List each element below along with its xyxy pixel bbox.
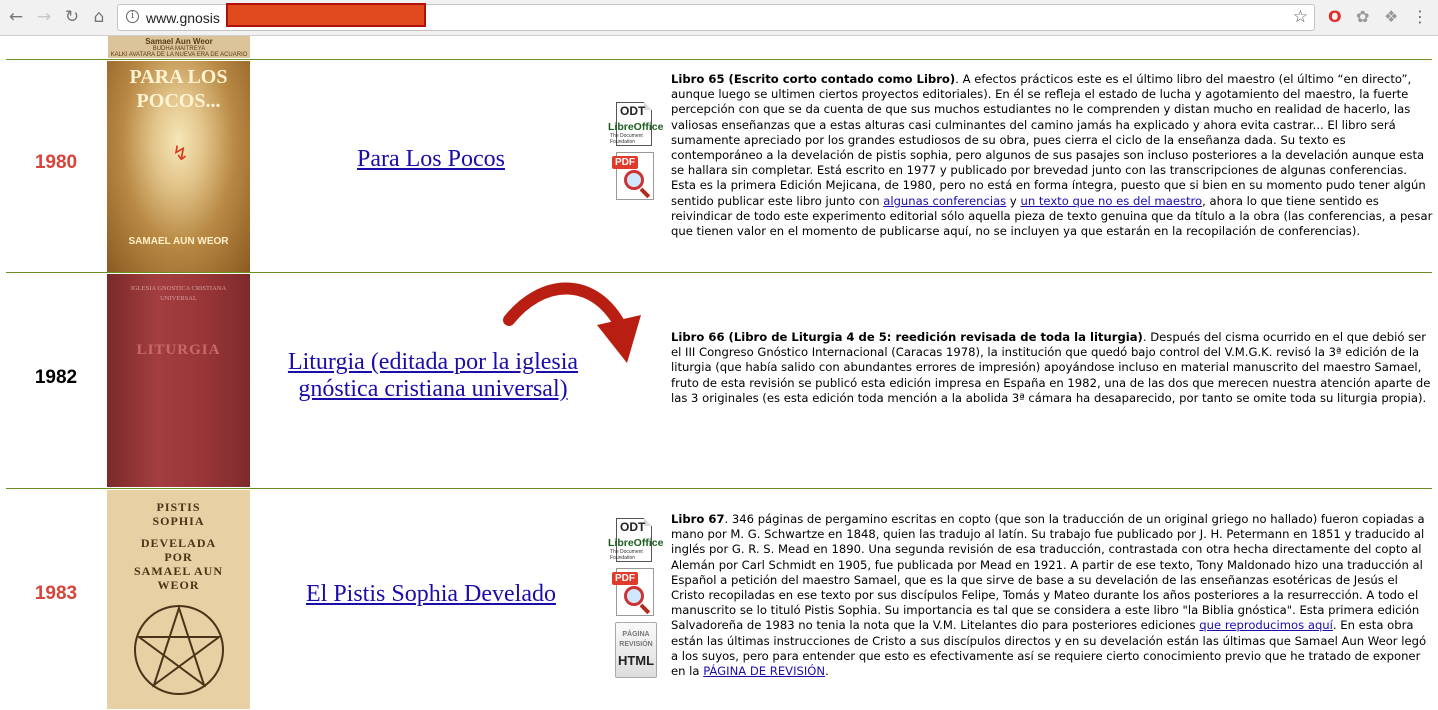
year-label: 1980 <box>34 152 78 173</box>
menu-icon[interactable]: ⋮ <box>1412 7 1428 27</box>
pdf-icon[interactable]: PDF <box>608 152 664 200</box>
book-row-1983: 1983 PISTIS SOPHIA DEVELADA POR SAMAEL A… <box>6 488 1432 710</box>
book-cover-liturgia[interactable]: IGLESIA GNOSTICA CRISTIANA UNIVERSAL LIT… <box>107 274 250 487</box>
book-cover-para-los-pocos[interactable]: PARA LOS POCOS... ↯ SAMAEL AUN WEOR <box>107 61 250 272</box>
book-cover-pistis-sophia[interactable]: PISTIS SOPHIA DEVELADA POR SAMAEL AUN WE… <box>107 490 250 709</box>
browser-toolbar: ← → ↻ ⌂ i www.gnosis ☆ O ✿ ❖ ⋮ <box>0 0 1438 36</box>
book-description: Libro 65 (Escrito corto contado como Lib… <box>671 72 1433 239</box>
url-text[interactable]: www.gnosis <box>146 10 220 26</box>
extension-icon[interactable]: ✿ <box>1356 7 1369 27</box>
page-content: Samael Aun Weor BUDHA MAITREYA KALKI AVA… <box>0 36 1438 710</box>
lightning-icon: ↯ <box>172 141 189 165</box>
html-revision-icon[interactable]: PÁGINA REVISIÓN HTML <box>608 622 664 678</box>
link-algunas-conferencias[interactable]: algunas conferencias <box>883 194 1006 208</box>
year-label: 1982 <box>34 367 78 388</box>
pdf-icon[interactable]: PDF <box>608 568 664 616</box>
curved-arrow-icon <box>503 282 641 363</box>
book-title-link[interactable]: El Pistis Sophia Develado <box>261 581 601 608</box>
pentagram-icon <box>134 604 224 695</box>
previous-book-cover: Samael Aun Weor BUDHA MAITREYA KALKI AVA… <box>108 36 250 58</box>
redacted-url-block <box>226 3 426 27</box>
info-icon[interactable]: i <box>126 10 139 23</box>
odt-libreoffice-icon[interactable]: ODT LibreOffice The Document Foundation <box>608 518 664 562</box>
book-row-1982: 1982 IGLESIA GNOSTICA CRISTIANA UNIVERSA… <box>6 272 1432 488</box>
back-arrow-icon[interactable]: ← <box>6 7 26 27</box>
book-description: Libro 66 (Libro de Liturgia 4 de 5: reed… <box>671 330 1431 405</box>
address-bar[interactable]: i www.gnosis ☆ <box>117 3 1315 31</box>
book-row-1980: 1980 PARA LOS POCOS... ↯ SAMAEL AUN WEOR… <box>6 59 1432 273</box>
forward-arrow-icon[interactable]: → <box>34 7 54 27</box>
link-pagina-de-revision[interactable]: PÁGINA DE REVISIÓN <box>703 664 825 678</box>
link-que-reproducimos-aqui[interactable]: que reproducimos aquí <box>1199 618 1333 632</box>
dropbox-icon[interactable]: ❖ <box>1384 7 1398 27</box>
reload-icon[interactable]: ↻ <box>62 7 82 27</box>
home-icon[interactable]: ⌂ <box>89 7 109 27</box>
book-description: Libro 67. 346 páginas de pergamino escri… <box>671 512 1427 679</box>
star-icon[interactable]: ☆ <box>1293 7 1308 27</box>
link-texto-no-del-maestro[interactable]: un texto que no es del maestro <box>1020 194 1202 208</box>
download-icons: ODT LibreOffice The Document Foundation … <box>608 102 666 206</box>
book-title-link[interactable]: Para Los Pocos <box>261 146 601 173</box>
opera-extension-icon[interactable]: O <box>1328 7 1342 27</box>
download-icons: ODT LibreOffice The Document Foundation … <box>608 518 666 678</box>
odt-libreoffice-icon[interactable]: ODT LibreOffice The Document Foundation <box>608 102 664 146</box>
year-label: 1983 <box>34 583 78 604</box>
